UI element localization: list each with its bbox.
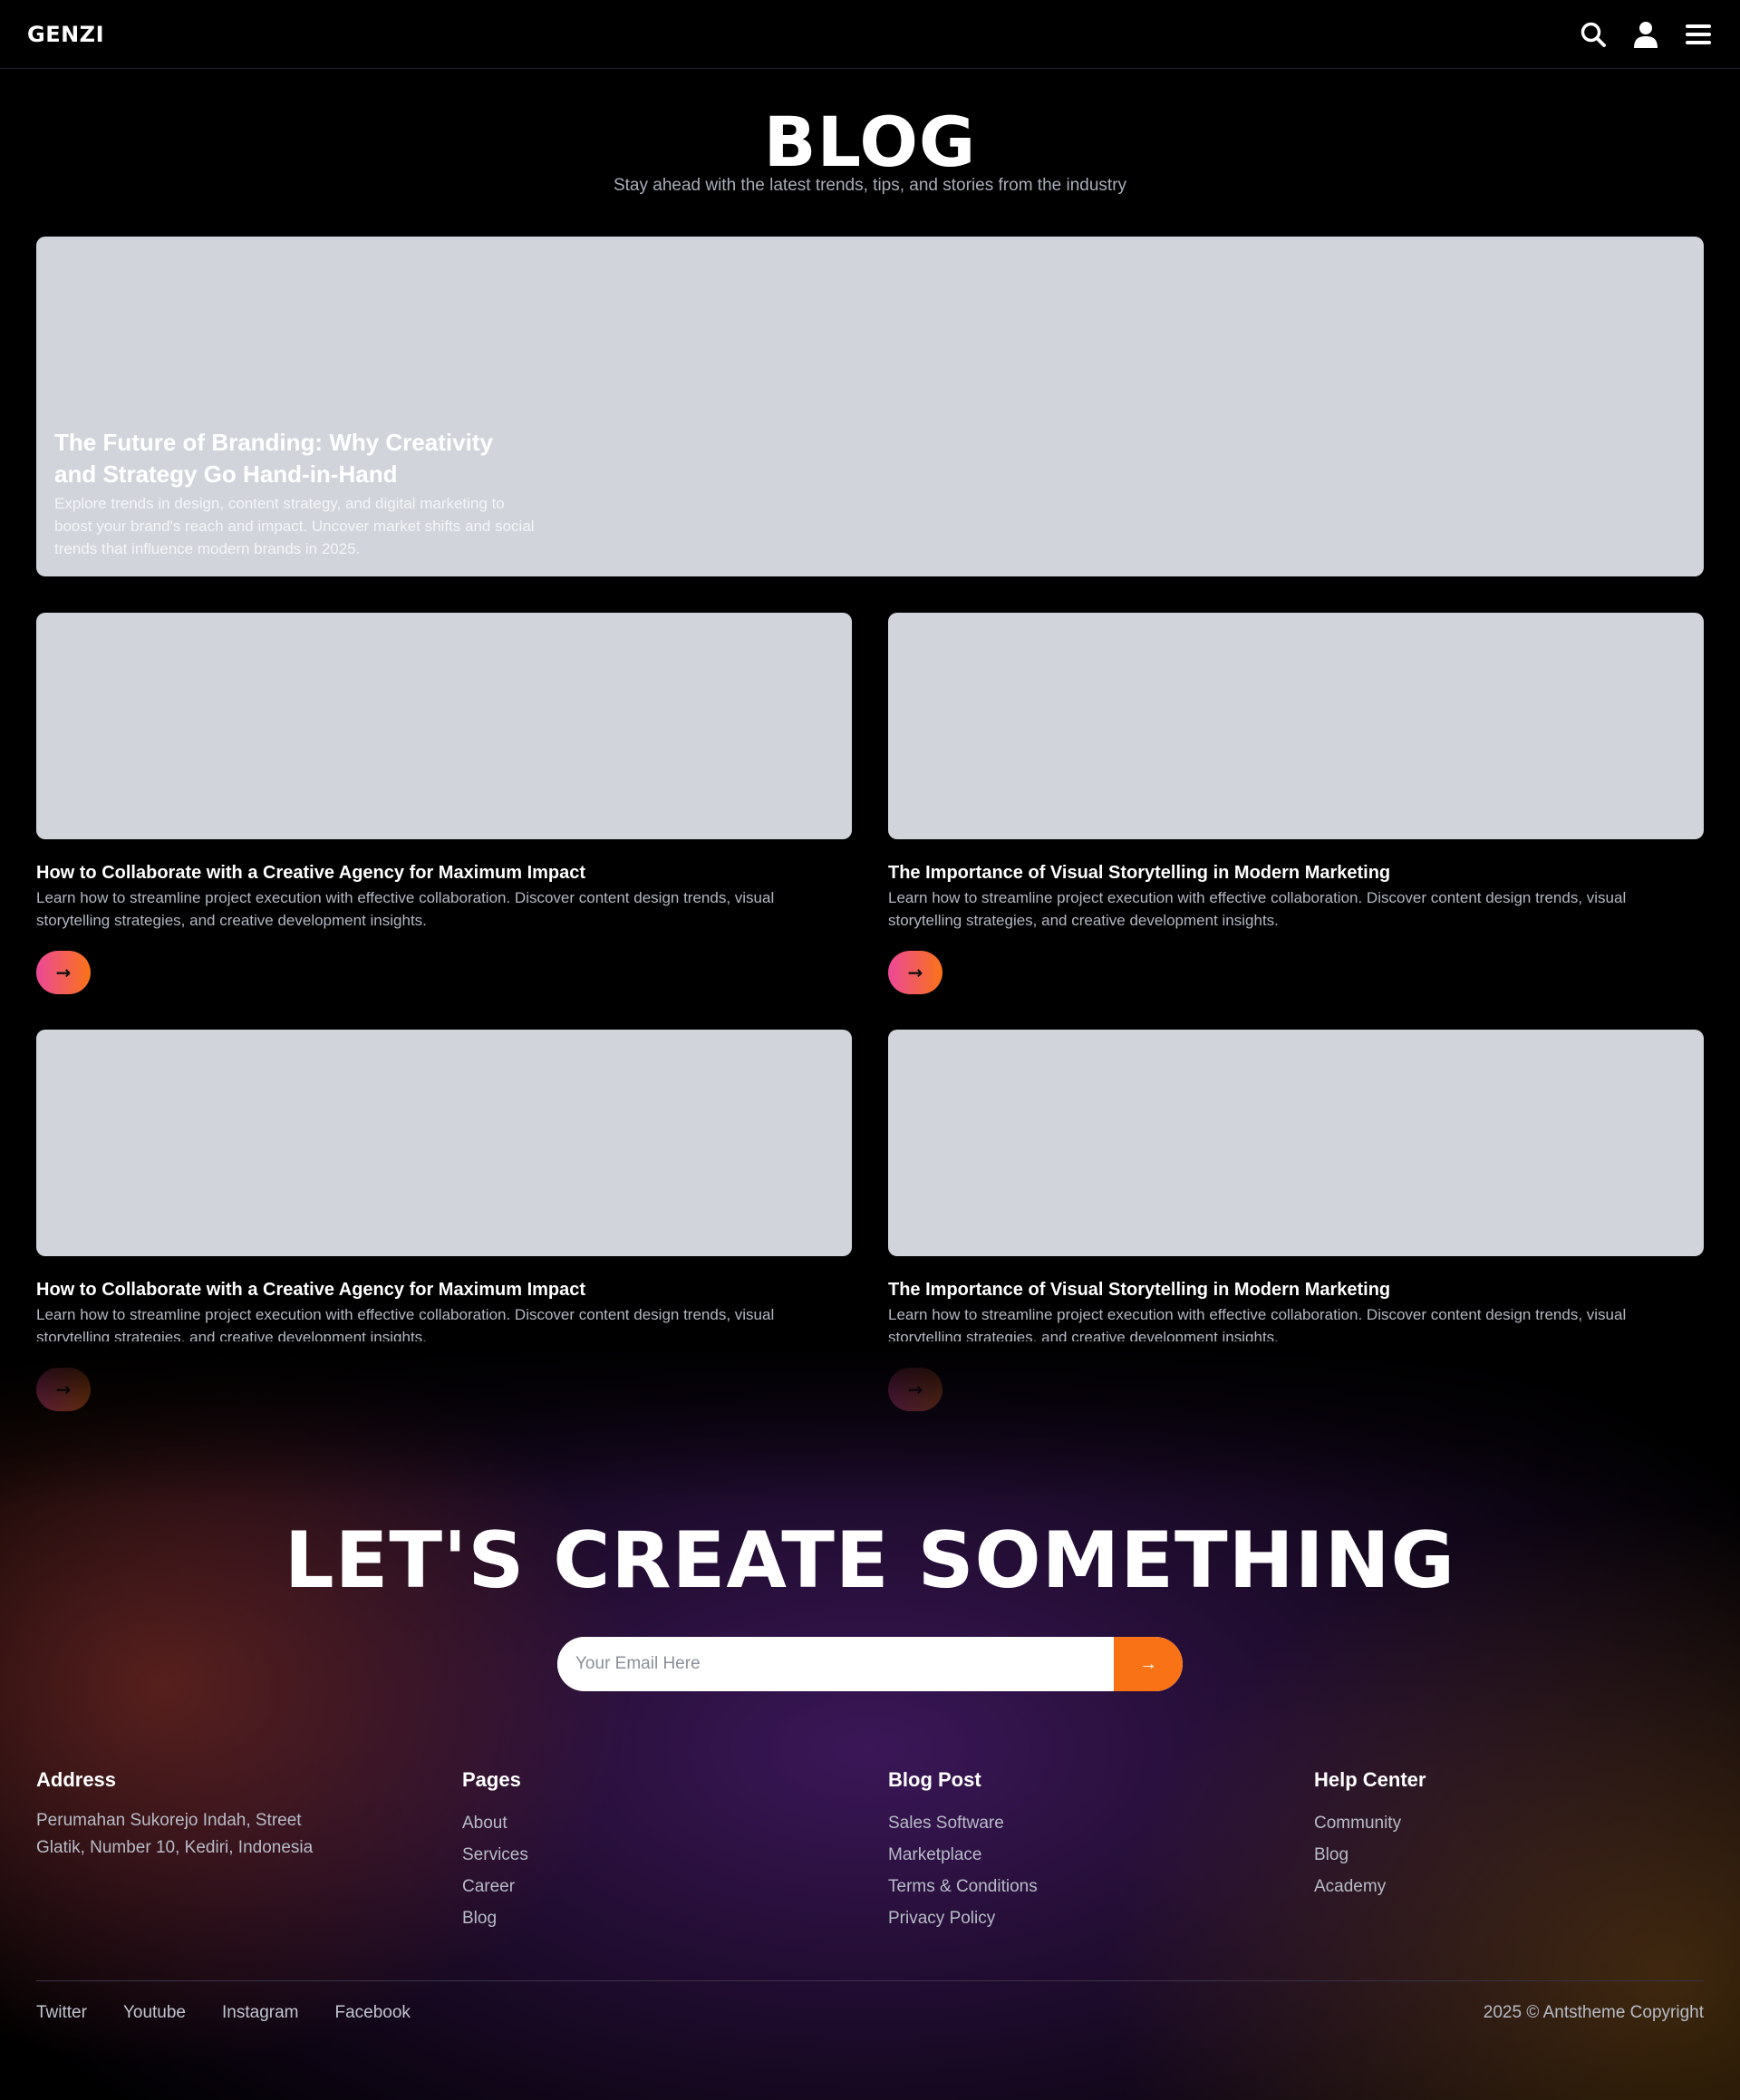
address-text: Perumahan Sukorejo Indah, Street Glatik,… [36, 1811, 314, 1857]
read-more-button[interactable]: → [888, 951, 942, 994]
footer-link-privacy[interactable]: Privacy Policy [888, 1902, 1269, 1934]
social-link-youtube[interactable]: Youtube [123, 2003, 186, 2023]
post-description: Learn how to streamline project executio… [888, 889, 1627, 929]
logo[interactable]: GENZI [27, 22, 104, 47]
footer-heading: Address [36, 1768, 117, 1791]
post-title[interactable]: How to Collaborate with a Creative Agenc… [36, 861, 852, 885]
post-image[interactable] [36, 613, 852, 839]
read-more-button[interactable]: → [36, 951, 91, 994]
post-description: Learn how to streamline project executio… [36, 889, 775, 929]
nav-icons [1579, 20, 1713, 49]
cta-title: LET'S CREATE SOMETHING [284, 1515, 1456, 1606]
social-link-twitter[interactable]: Twitter [36, 2003, 87, 2023]
newsletter-form: → [557, 1637, 1183, 1691]
footer-help-center-column: Help Center Community Blog Academy [1314, 1767, 1695, 1902]
footer-link-career[interactable]: Career [462, 1871, 843, 1902]
post-image[interactable] [888, 1030, 1704, 1256]
social-link-facebook[interactable]: Facebook [334, 2003, 410, 2023]
footer-link-marketplace[interactable]: Marketplace [888, 1839, 1269, 1871]
footer-link-community[interactable]: Community [1314, 1807, 1695, 1839]
footer-link-blog[interactable]: Blog [462, 1902, 843, 1934]
post-card: The Importance of Visual Storytelling in… [888, 613, 1704, 994]
top-navbar: GENZI [0, 0, 1740, 69]
arrow-right-icon: → [1139, 1653, 1157, 1674]
post-title[interactable]: The Importance of Visual Storytelling in… [888, 861, 1704, 885]
email-submit-button[interactable]: → [1114, 1637, 1183, 1691]
footer-link-academy[interactable]: Academy [1314, 1871, 1695, 1902]
post-title[interactable]: How to Collaborate with a Creative Agenc… [36, 1278, 852, 1302]
footer-link-about[interactable]: About [462, 1807, 843, 1839]
footer-link-terms[interactable]: Terms & Conditions [888, 1871, 1269, 1902]
search-icon[interactable] [1579, 20, 1608, 49]
post-image[interactable] [888, 613, 1704, 839]
footer-heading: Help Center [1314, 1768, 1426, 1791]
footer-link-services[interactable]: Services [462, 1839, 843, 1871]
featured-post-title[interactable]: The Future of Branding: Why Creativity a… [54, 427, 526, 490]
footer-divider [36, 1980, 1704, 1981]
featured-post-card[interactable]: The Future of Branding: Why Creativity a… [36, 237, 1704, 576]
arrow-right-icon: → [907, 962, 923, 983]
footer-link-sales-software[interactable]: Sales Software [888, 1807, 1269, 1839]
gradient-fade [0, 1341, 1740, 1505]
footer-address-column: Address Perumahan Sukorejo Indah, Street… [36, 1767, 417, 1862]
post-title[interactable]: The Importance of Visual Storytelling in… [888, 1278, 1704, 1302]
post-image[interactable] [36, 1030, 852, 1256]
arrow-right-icon: → [55, 962, 72, 983]
social-links: Twitter Youtube Instagram Facebook [36, 2003, 411, 2023]
post-card: How to Collaborate with a Creative Agenc… [36, 613, 852, 994]
footer-pages-column: Pages About Services Career Blog [462, 1767, 843, 1934]
page-title: BLOG [763, 102, 977, 182]
menu-icon[interactable] [1684, 20, 1713, 49]
footer-heading: Pages [462, 1768, 521, 1791]
footer-link-blog[interactable]: Blog [1314, 1839, 1695, 1871]
footer-heading: Blog Post [888, 1768, 981, 1791]
footer-blog-post-column: Blog Post Sales Software Marketplace Ter… [888, 1767, 1269, 1934]
page-subtitle: Stay ahead with the latest trends, tips,… [613, 176, 1127, 195]
featured-post-description: Explore trends in design, content strate… [54, 495, 535, 557]
user-icon[interactable] [1631, 20, 1660, 49]
email-input[interactable] [557, 1637, 1114, 1691]
social-link-instagram[interactable]: Instagram [222, 2003, 298, 2023]
copyright-text: 2025 © Antstheme Copyright [1483, 2003, 1704, 2022]
